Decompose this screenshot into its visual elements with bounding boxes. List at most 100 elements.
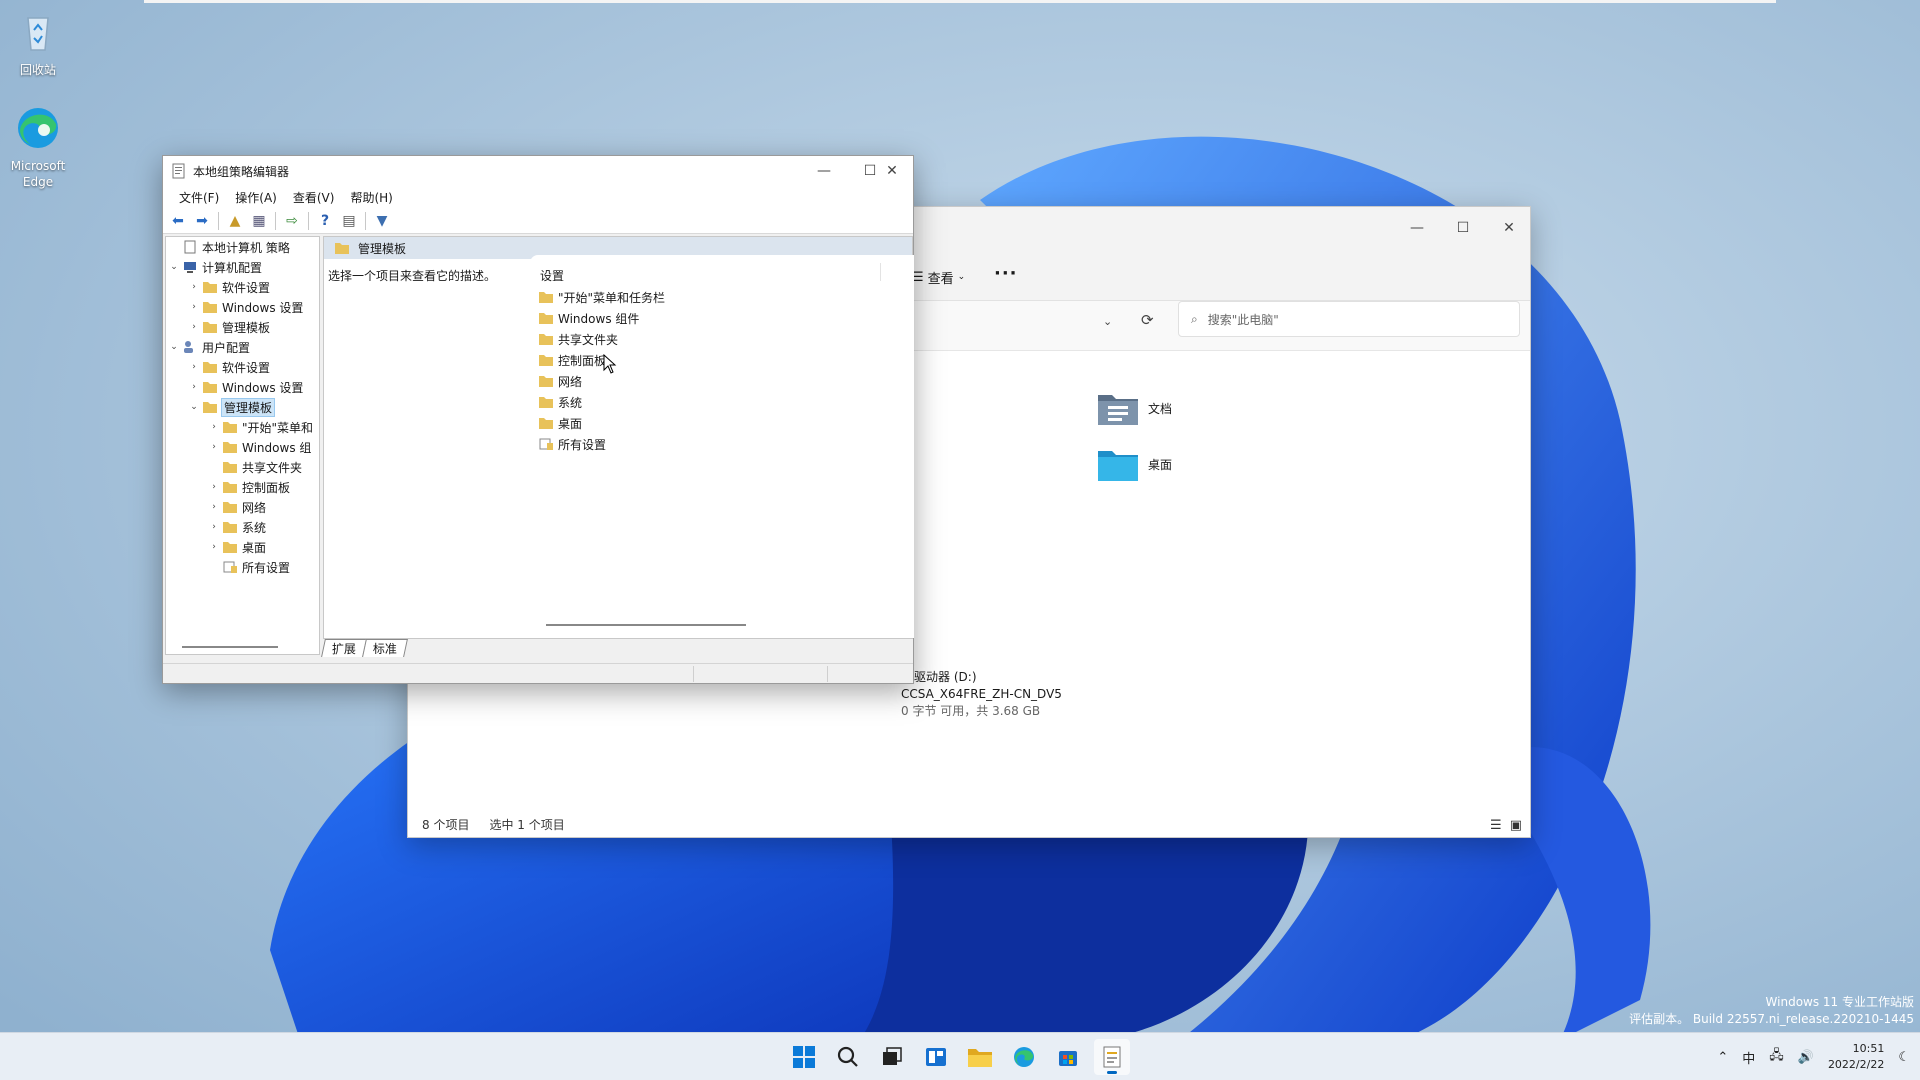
taskbar-search-button[interactable] [830,1039,866,1075]
folder-icon [539,397,553,408]
list-item[interactable]: Windows 组件 [538,308,639,328]
list-item[interactable]: 桌面 [538,413,582,433]
chevron-right-icon[interactable]: › [188,302,200,312]
task-view-button[interactable] [874,1039,910,1075]
chevron-down-icon[interactable]: ⌄ [168,342,180,352]
forward-arrow-icon[interactable]: ➡ [191,210,213,232]
tree-item-windows-settings[interactable]: › Windows 设置 [188,377,303,397]
address-dropdown-chevron-icon[interactable]: ⌄ [1103,315,1112,328]
menu-file[interactable]: 文件(F) [171,189,227,206]
list-item[interactable]: 网络 [538,371,582,391]
chevron-down-icon[interactable]: ⌄ [188,402,200,412]
chevron-right-icon[interactable]: › [208,502,220,512]
desktop-icon-label: 回收站 [19,63,56,77]
desktop-icon-recycle-bin[interactable]: 回收站 [0,8,76,78]
gpedit-minimize-button[interactable]: — [801,156,847,186]
volume-icon[interactable]: 🔊 [1798,1050,1814,1065]
explorer-minimize-button[interactable]: — [1394,213,1440,243]
drive-d-item[interactable]: D 驱动器 (D:) CCSA_X64FRE_ZH-CN_DV5 0 字节 可用… [901,669,1062,720]
tree-item-desktop[interactable]: › 桌面 [208,537,266,557]
list-item[interactable]: 共享文件夹 [538,329,618,349]
gpedit-close-button[interactable]: ✕ [869,156,915,186]
drive-name: D 驱动器 (D:) [901,670,977,684]
back-arrow-icon[interactable]: ⬅ [167,210,189,232]
start-button[interactable] [786,1039,822,1075]
tree-item-admin-templates-selected[interactable]: ⌄ 管理模板 [188,397,276,417]
folder-icon [539,334,553,345]
chevron-right-icon[interactable]: › [208,482,220,492]
folder-desktop[interactable]: 桌面 [1096,445,1172,483]
notifications-moon-icon[interactable]: ☾ [1898,1050,1910,1065]
tree-item-software-settings[interactable]: › 软件设置 [188,277,270,297]
desktop-icon-edge[interactable]: Microsoft Edge [0,104,76,190]
show-hide-tree-icon[interactable]: ▦ [248,210,270,232]
tree-item-windows-settings[interactable]: › Windows 设置 [188,297,303,317]
chevron-right-icon[interactable]: › [188,362,200,372]
tree-item-windows-components[interactable]: › Windows 组 [208,437,311,457]
list-horizontal-scrollbar[interactable] [546,624,746,626]
list-item[interactable]: 所有设置 [538,434,606,454]
list-item[interactable]: "开始"菜单和任务栏 [538,287,665,307]
tree-item-label: 本地计算机 策略 [202,240,290,255]
tree-item-control-panel[interactable]: › 控制面板 [208,477,290,497]
chevron-right-icon[interactable]: › [208,542,220,552]
file-explorer-taskbar-button[interactable] [962,1039,998,1075]
tree-item-software-settings[interactable]: › 软件设置 [188,357,270,377]
tab-standard[interactable]: 标准 [362,639,408,657]
view-button[interactable]: ☰ 查看 ⌄ [912,263,965,291]
store-icon [1059,1051,1077,1066]
up-folder-icon[interactable]: ▲ [224,210,246,232]
export-list-icon[interactable]: ⇨ [281,210,303,232]
list-item[interactable]: 系统 [538,392,582,412]
chevron-right-icon[interactable]: › [208,522,220,532]
menu-help[interactable]: 帮助(H) [342,189,400,206]
more-options-button[interactable]: ··· [994,263,1018,284]
explorer-maximize-button[interactable]: ☐ [1440,213,1486,243]
gpedit-menu-bar: 文件(F) 操作(A) 查看(V) 帮助(H) [163,186,913,208]
filter-icon[interactable]: ▼ [371,210,393,232]
menu-view[interactable]: 查看(V) [285,189,343,206]
explorer-close-button[interactable]: ✕ [1486,213,1532,243]
folder-icon [223,442,237,453]
menu-action[interactable]: 操作(A) [227,189,285,206]
chevron-right-icon[interactable]: › [188,282,200,292]
folder-documents[interactable]: 文档 [1096,389,1172,427]
tree-item-network[interactable]: › 网络 [208,497,266,517]
tab-extended[interactable]: 扩展 [321,639,367,657]
search-input[interactable]: ⌕ 搜索"此电脑" [1178,301,1520,337]
help-icon[interactable]: ? [314,210,336,232]
tree-item-all-settings[interactable]: 所有设置 [208,557,290,577]
tree-item-start-menu[interactable]: › "开始"菜单和 [208,417,313,437]
tree-item-computer-config[interactable]: ⌄ 计算机配置 [168,257,262,277]
tree-horizontal-scrollbar[interactable] [182,646,278,648]
chevron-right-icon[interactable]: › [208,422,220,432]
store-taskbar-button[interactable] [1050,1039,1086,1075]
chevron-right-icon[interactable]: › [188,322,200,332]
clock[interactable]: 10:51 2022/2/22 [1828,1041,1884,1073]
folder-icon [539,355,553,366]
tree-item-label: "开始"菜单和 [242,420,314,435]
tree-item-admin-templates[interactable]: › 管理模板 [188,317,270,337]
tiles-view-icon[interactable]: ▣ [1510,818,1522,833]
edge-taskbar-button[interactable] [1006,1039,1042,1075]
folder-icon [223,422,237,433]
column-header-setting[interactable]: 设置 [540,267,564,284]
details-view-icon[interactable]: ☰ [1490,818,1502,833]
gpedit-taskbar-button[interactable] [1094,1039,1130,1075]
chevron-right-icon[interactable]: › [188,382,200,392]
tree-item-local-policy[interactable]: 本地计算机 策略 [168,237,290,257]
refresh-icon[interactable]: ⟳ [1141,311,1154,329]
chevron-right-icon[interactable]: › [208,442,220,452]
chevron-up-icon[interactable]: ⌃ [1717,1050,1728,1065]
widgets-button[interactable] [918,1039,954,1075]
list-item[interactable]: 控制面板 [538,350,606,370]
chevron-down-icon[interactable]: ⌄ [168,262,180,272]
tree-item-system[interactable]: › 系统 [208,517,266,537]
network-icon[interactable]: 🖧 [1769,1046,1784,1068]
folder-icon [223,462,237,473]
tree-item-shared-folders[interactable]: 共享文件夹 [208,457,302,477]
properties-icon[interactable]: ▤ [338,210,360,232]
tree-item-user-config[interactable]: ⌄ 用户配置 [168,337,250,357]
folder-icon [223,542,237,553]
ime-indicator[interactable]: 中 [1742,1048,1755,1067]
